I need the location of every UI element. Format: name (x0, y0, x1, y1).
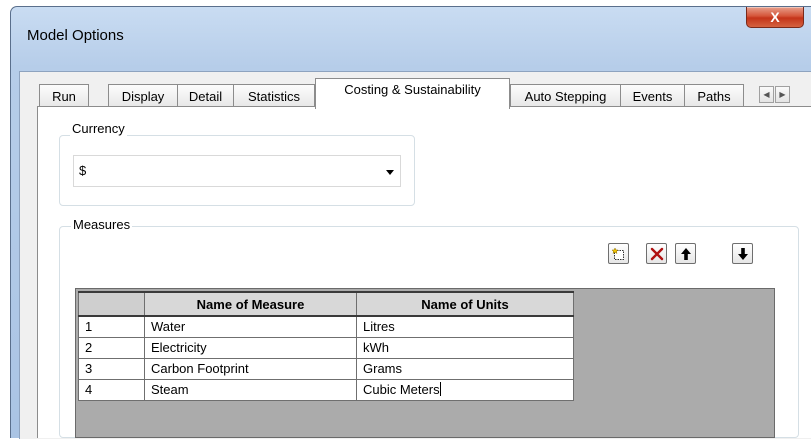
tab-paths[interactable]: Paths (684, 84, 744, 108)
units-name-cell[interactable]: Cubic Meters (356, 378, 574, 401)
measures-table: Name of Measure Name of Units 1 Water Li… (78, 291, 574, 401)
units-name-cell[interactable]: Grams (356, 357, 574, 380)
row-number[interactable]: 1 (78, 315, 145, 338)
tab-display[interactable]: Display (108, 84, 178, 108)
table-row[interactable]: 4 Steam Cubic Meters (78, 378, 574, 401)
measures-group-label: Measures (71, 217, 133, 232)
row-header-corner[interactable] (78, 291, 145, 317)
units-name-cell[interactable]: Litres (356, 315, 574, 338)
tab-detail[interactable]: Detail (177, 84, 234, 108)
row-number[interactable]: 2 (78, 336, 145, 359)
units-name-cell[interactable]: kWh (356, 336, 574, 359)
move-up-icon (680, 247, 691, 260)
measure-name-cell[interactable]: Steam (144, 378, 357, 401)
chevron-down-icon (386, 170, 394, 175)
add-measure-button[interactable] (608, 243, 629, 264)
row-number[interactable]: 3 (78, 357, 145, 380)
tab-strip: Run Display Detail Statistics Costing & … (20, 72, 811, 109)
table-row[interactable]: 3 Carbon Footprint Grams (78, 357, 574, 380)
row-number[interactable]: 4 (78, 378, 145, 401)
tab-events[interactable]: Events (620, 84, 685, 108)
move-up-button[interactable] (675, 243, 696, 264)
tab-run[interactable]: Run (39, 84, 89, 108)
measure-name-cell[interactable]: Electricity (144, 336, 357, 359)
units-cell-text: Cubic Meters (363, 382, 440, 397)
tab-costing-sustainability[interactable]: Costing & Sustainability (315, 78, 510, 109)
window-title: Model Options (27, 27, 124, 44)
measure-name-cell[interactable]: Water (144, 315, 357, 338)
currency-dropdown[interactable]: $ (73, 155, 401, 187)
column-header-measure[interactable]: Name of Measure (144, 291, 357, 317)
tab-statistics[interactable]: Statistics (233, 84, 315, 108)
delete-measure-button[interactable] (646, 243, 667, 264)
delete-icon (650, 247, 663, 260)
currency-value: $ (79, 163, 87, 178)
currency-group-label: Currency (70, 121, 127, 136)
table-row[interactable]: 2 Electricity kWh (78, 336, 574, 359)
move-down-button[interactable] (732, 243, 753, 264)
close-button[interactable]: X (746, 7, 804, 28)
table-header-row: Name of Measure Name of Units (78, 291, 574, 317)
tab-scroll-right-icon[interactable]: ▶ (775, 86, 790, 103)
measure-name-cell[interactable]: Carbon Footprint (144, 357, 357, 380)
tab-auto-stepping[interactable]: Auto Stepping (510, 84, 621, 108)
new-icon (611, 246, 624, 260)
table-row[interactable]: 1 Water Litres (78, 315, 574, 338)
column-header-units[interactable]: Name of Units (356, 291, 574, 317)
text-caret (439, 382, 441, 396)
tab-scroll-left-icon[interactable]: ◀ (759, 86, 774, 103)
move-down-icon (737, 247, 748, 260)
